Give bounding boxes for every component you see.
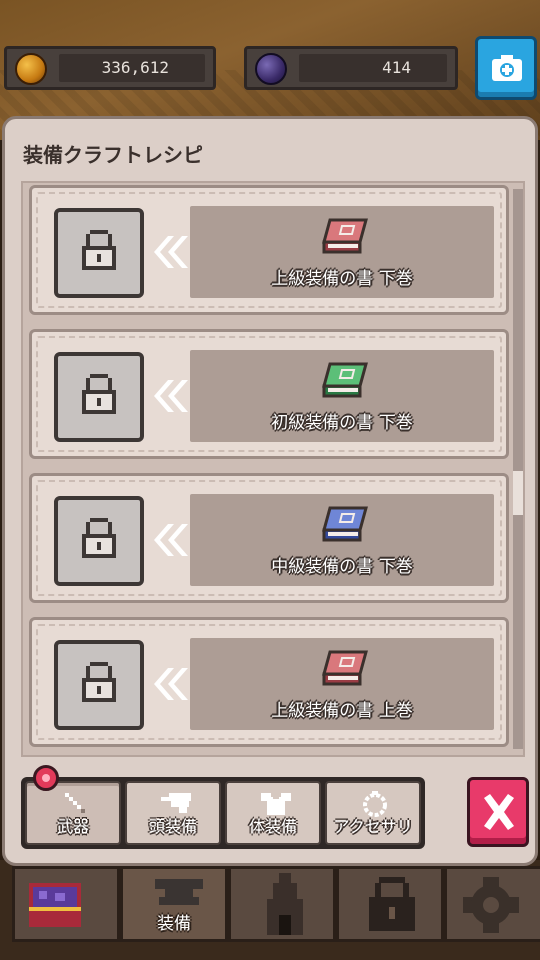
- padlock-icon: [82, 230, 116, 270]
- tab-accessory-label: アクセサリ: [333, 817, 413, 836]
- anvil-icon: [155, 879, 203, 905]
- tower-icon: [267, 873, 303, 935]
- material-name: 上級装備の書 上巻: [271, 701, 413, 721]
- required-material-box: 上級装備の書 上巻: [190, 638, 494, 730]
- nav-item-treasure[interactable]: [12, 866, 120, 942]
- recipe-book-icon: [322, 362, 368, 398]
- recipe-row[interactable]: 上級装備の書 上巻: [29, 617, 509, 747]
- tab-body[interactable]: 体装備: [225, 781, 321, 845]
- double-chevron-left-icon: [154, 524, 188, 556]
- craft-recipe-panel: 装備クラフトレシピ 上級装備の書 下巻 初級装備の書 下巻 中級装備の書 下巻 …: [2, 116, 538, 866]
- close-button[interactable]: [467, 777, 529, 847]
- camera-icon: [492, 55, 522, 81]
- treasure-chest-icon: [29, 883, 81, 927]
- tab-head-label: 頭装備: [148, 817, 197, 836]
- close-icon: [484, 794, 514, 830]
- double-chevron-left-icon: [154, 380, 188, 412]
- gold-coin-icon: [15, 53, 47, 85]
- scrollbar-thumb[interactable]: [513, 471, 523, 515]
- double-chevron-left-icon: [154, 236, 188, 268]
- recipe-row[interactable]: 中級装備の書 下巻: [29, 473, 509, 603]
- tab-weapon[interactable]: 武器: [25, 765, 121, 845]
- notification-badge-icon: [33, 765, 59, 791]
- nav-item-settings[interactable]: [444, 866, 540, 942]
- gold-amount: 336,612: [59, 54, 205, 82]
- nav-equipment-label: 装備: [157, 914, 191, 934]
- padlock-icon: [82, 662, 116, 702]
- padlock-icon: [82, 518, 116, 558]
- recipe-book-icon: [322, 218, 368, 254]
- tab-accessory[interactable]: アクセサリ: [325, 781, 421, 845]
- required-material-box: 上級装備の書 下巻: [190, 206, 494, 298]
- tab-body-label: 体装備: [248, 817, 297, 836]
- locked-equipment-slot[interactable]: [54, 352, 144, 442]
- locked-feature-icon: [369, 877, 415, 931]
- required-material-box: 中級装備の書 下巻: [190, 494, 494, 586]
- recipe-book-icon: [322, 506, 368, 542]
- panel-title: 装備クラフトレシピ: [23, 143, 203, 167]
- material-name: 上級装備の書 下巻: [271, 269, 413, 289]
- nav-item-tower[interactable]: [228, 866, 336, 942]
- bottom-navigation: 装備: [0, 866, 540, 960]
- gem-counter: 414: [244, 46, 458, 90]
- material-name: 中級装備の書 下巻: [271, 557, 413, 577]
- gold-counter: 336,612: [4, 46, 216, 90]
- locked-equipment-slot[interactable]: [54, 640, 144, 730]
- recipe-list[interactable]: 上級装備の書 下巻 初級装備の書 下巻 中級装備の書 下巻 上級装備の書 上巻: [21, 181, 525, 757]
- required-material-box: 初級装備の書 下巻: [190, 350, 494, 442]
- recipe-book-icon: [322, 650, 368, 686]
- locked-equipment-slot[interactable]: [54, 496, 144, 586]
- tab-head[interactable]: 頭装備: [125, 781, 221, 845]
- dark-gem-icon: [255, 53, 287, 85]
- screenshot-camera-button[interactable]: [475, 36, 537, 100]
- padlock-icon: [82, 374, 116, 414]
- settings-gear-icon: [463, 877, 519, 933]
- recipe-row[interactable]: 上級装備の書 下巻: [29, 185, 509, 315]
- nav-item-equipment[interactable]: 装備: [120, 866, 228, 942]
- recipe-list-scrollbar[interactable]: [513, 189, 523, 749]
- gem-amount: 414: [299, 54, 447, 82]
- equipment-category-tabs: 武器 頭装備 体装備 アクセサリ: [21, 765, 425, 849]
- double-chevron-left-icon: [154, 668, 188, 700]
- tab-weapon-label: 武器: [56, 817, 89, 836]
- recipe-row[interactable]: 初級装備の書 下巻: [29, 329, 509, 459]
- material-name: 初級装備の書 下巻: [271, 413, 413, 433]
- nav-item-locked[interactable]: [336, 866, 444, 942]
- locked-equipment-slot[interactable]: [54, 208, 144, 298]
